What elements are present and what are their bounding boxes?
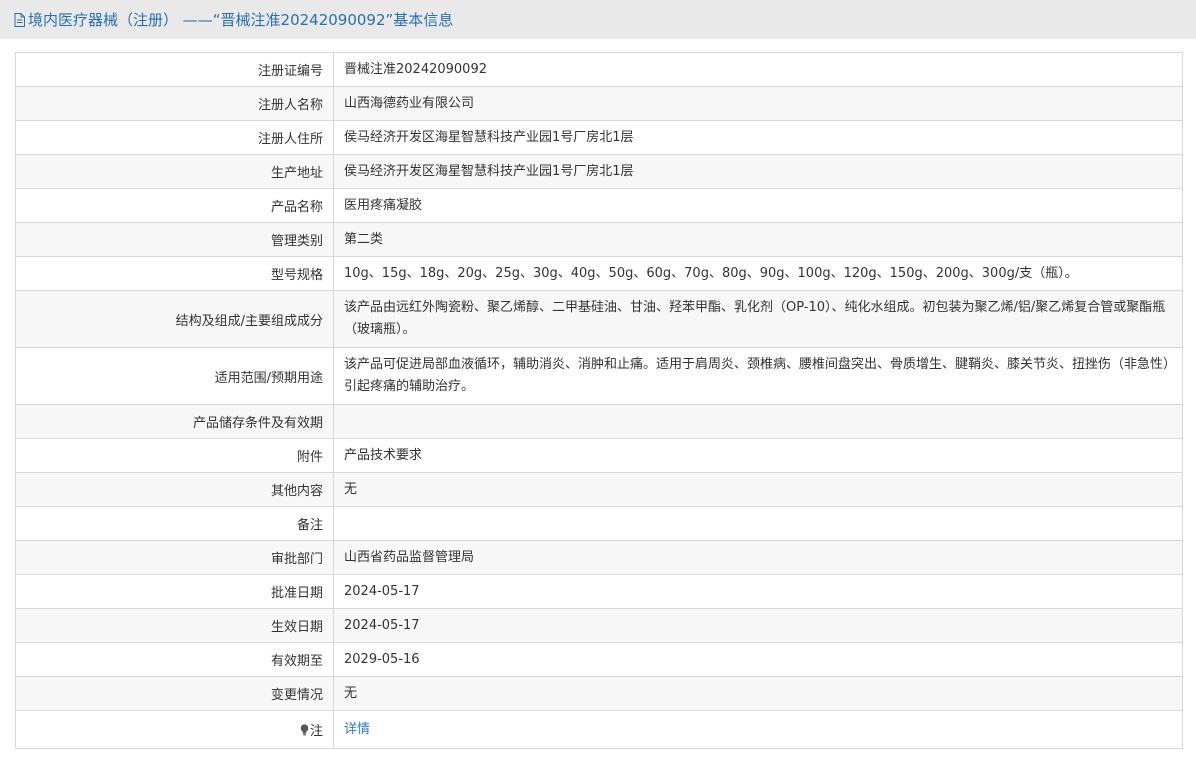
row-label: 生产地址 — [15, 154, 334, 189]
table-row: 备注 — [15, 506, 1183, 541]
row-value: 医用疼痛凝胶 — [333, 188, 1183, 223]
table-row: 管理类别 第二类 — [15, 222, 1183, 257]
row-label: 备注 — [15, 506, 334, 541]
table-row: 注册人住所 侯马经济开发区海星智慧科技产业园1号厂房北1层 — [15, 120, 1183, 155]
row-value: 2024-05-17 — [333, 608, 1183, 643]
table-row: 注册人名称 山西海德药业有限公司 — [15, 86, 1183, 121]
table-row: 批准日期 2024-05-17 — [15, 574, 1183, 609]
row-label: 产品名称 — [15, 188, 334, 223]
row-value: 山西省药品监督管理局 — [333, 540, 1183, 575]
table-row: 产品储存条件及有效期 — [15, 404, 1183, 439]
row-value: 10g、15g、18g、20g、25g、30g、40g、50g、60g、70g、… — [333, 256, 1183, 291]
table-row: 生效日期 2024-05-17 — [15, 608, 1183, 643]
row-value: 侯马经济开发区海星智慧科技产业园1号厂房北1层 — [333, 154, 1183, 189]
table-row: 审批部门 山西省药品监督管理局 — [15, 540, 1183, 575]
table-row: 结构及组成/主要组成成分 该产品由远红外陶瓷粉、聚乙烯醇、二甲基硅油、甘油、羟苯… — [15, 290, 1183, 348]
table-row: 注册证编号 晋械注准20242090092 — [15, 52, 1183, 87]
page-header: 境内医疗器械（注册） ——“晋械注准20242090092”基本信息 — [0, 0, 1196, 39]
row-label: 其他内容 — [15, 472, 334, 507]
row-value: 侯马经济开发区海星智慧科技产业园1号厂房北1层 — [333, 120, 1183, 155]
table-row: 生产地址 侯马经济开发区海星智慧科技产业园1号厂房北1层 — [15, 154, 1183, 189]
table-row: 变更情况 无 — [15, 676, 1183, 711]
page-title: 境内医疗器械（注册） ——“晋械注准20242090092”基本信息 — [28, 11, 454, 29]
row-value: 详情 — [333, 710, 1183, 749]
row-label: 审批部门 — [15, 540, 334, 575]
row-label: 生效日期 — [15, 608, 334, 643]
row-value: 2024-05-17 — [333, 574, 1183, 609]
row-value: 山西海德药业有限公司 — [333, 86, 1183, 121]
row-value: 产品技术要求 — [333, 438, 1183, 473]
row-label: 管理类别 — [15, 222, 334, 257]
row-label: 结构及组成/主要组成成分 — [15, 290, 334, 348]
row-value: 晋械注准20242090092 — [333, 52, 1183, 87]
row-value: 无 — [333, 472, 1183, 507]
row-label: 产品储存条件及有效期 — [15, 404, 334, 439]
row-value: 该产品由远红外陶瓷粉、聚乙烯醇、二甲基硅油、甘油、羟苯甲酯、乳化剂（OP-10）… — [333, 290, 1183, 348]
row-label: 变更情况 — [15, 676, 334, 711]
row-value: 该产品可促进局部血液循环，辅助消炎、消肿和止痛。适用于肩周炎、颈椎病、腰椎间盘突… — [333, 347, 1183, 405]
row-value: 2029-05-16 — [333, 642, 1183, 677]
detail-link[interactable]: 详情 — [344, 722, 370, 737]
row-label: 附件 — [15, 438, 334, 473]
row-label: 注册证编号 — [15, 52, 334, 87]
lightbulb-icon — [300, 724, 309, 736]
document-icon — [14, 12, 25, 27]
table-row: 产品名称 医用疼痛凝胶 — [15, 188, 1183, 223]
row-value: 无 — [333, 676, 1183, 711]
device-info-table: 注册证编号 晋械注准20242090092 注册人名称 山西海德药业有限公司 注… — [15, 52, 1183, 749]
row-label: 适用范围/预期用途 — [15, 347, 334, 405]
table-row: 型号规格 10g、15g、18g、20g、25g、30g、40g、50g、60g… — [15, 256, 1183, 291]
row-label: 注册人名称 — [15, 86, 334, 121]
row-label: 注 — [15, 710, 334, 749]
table-row: 有效期至 2029-05-16 — [15, 642, 1183, 677]
row-label: 注册人住所 — [15, 120, 334, 155]
table-row-note: 注 详情 — [15, 710, 1183, 749]
row-label: 型号规格 — [15, 256, 334, 291]
row-label: 有效期至 — [15, 642, 334, 677]
note-label: 注 — [309, 724, 323, 739]
table-row: 其他内容 无 — [15, 472, 1183, 507]
table-row: 适用范围/预期用途 该产品可促进局部血液循环，辅助消炎、消肿和止痛。适用于肩周炎… — [15, 347, 1183, 405]
row-value: 第二类 — [333, 222, 1183, 257]
row-value — [333, 506, 1183, 541]
row-label: 批准日期 — [15, 574, 334, 609]
table-row: 附件 产品技术要求 — [15, 438, 1183, 473]
row-value — [333, 404, 1183, 439]
